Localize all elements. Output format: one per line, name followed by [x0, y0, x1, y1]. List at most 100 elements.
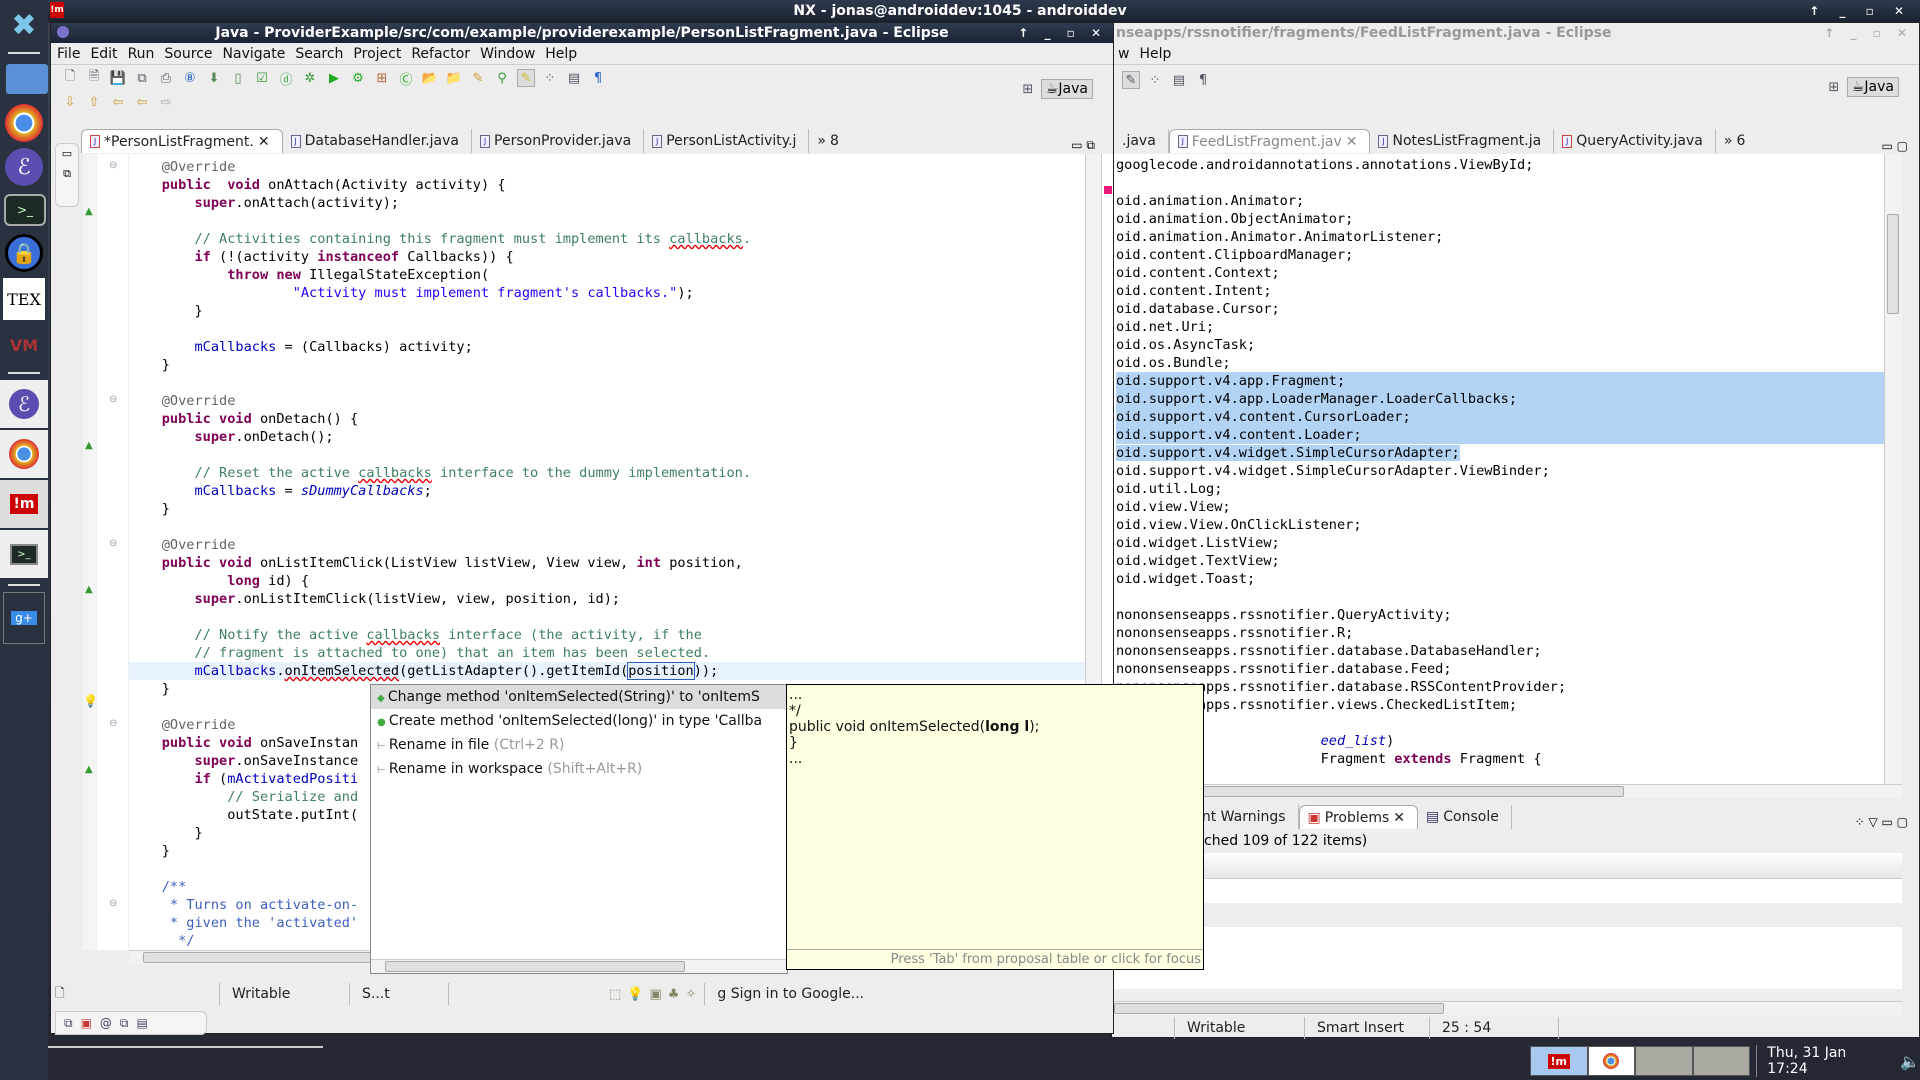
avd-manager-icon[interactable]: ▯ [229, 69, 247, 87]
toggle-breadcrumb-icon[interactable]: ⚲ [493, 69, 511, 87]
running-hangouts-icon[interactable]: g+ [3, 592, 45, 644]
texmaker-icon[interactable]: TEX [3, 278, 45, 320]
block-selection-icon[interactable]: ▤ [565, 69, 583, 87]
running-chrome-icon[interactable] [0, 430, 48, 478]
code-line[interactable]: oid.widget.ListView; [1116, 534, 1884, 552]
code-line[interactable]: nononsenseapps.rssnotifier.R; [1116, 624, 1884, 642]
code-line[interactable]: public void onListItemClick(ListView lis… [129, 554, 1101, 572]
code-line[interactable]: super.onAttach(activity); [129, 194, 1101, 212]
code-line[interactable]: eed_list) [1116, 732, 1884, 750]
close-tab-icon[interactable]: ✕ [1393, 806, 1405, 830]
code-line[interactable]: oid.animation.Animator.AnimatorListener; [1116, 228, 1884, 246]
java-perspective-button[interactable]: ☕Java [1040, 79, 1093, 99]
running-emacs-icon[interactable]: ℰ [0, 380, 48, 428]
close-tab-icon[interactable]: ✕ [1346, 130, 1358, 154]
problems-icon[interactable]: ▣ [81, 1016, 92, 1030]
preview-focus-hint[interactable]: Press 'Tab' from proposal table or click… [787, 949, 1203, 969]
mark-occurrences-icon[interactable]: ✎ [517, 69, 535, 87]
console-icon[interactable]: ▤ [137, 1016, 148, 1030]
code-line[interactable] [129, 374, 1101, 392]
annotation-ruler[interactable]: ▲ ▲ ▲ 💡 ▲ [83, 154, 98, 950]
code-line[interactable]: throw new IllegalStateException( [129, 266, 1101, 284]
code-line[interactable]: super.onListItemClick(listView, view, po… [129, 590, 1101, 608]
menu-refactor[interactable]: Refactor [411, 46, 470, 62]
code-line[interactable]: // fragment is attached to one) that an … [129, 644, 1101, 662]
code-line[interactable]: // Notify the active callbacks interface… [129, 626, 1101, 644]
close-tab-icon[interactable]: ✕ [258, 130, 270, 154]
tray-workspace-2[interactable] [1692, 1046, 1751, 1076]
editor-vertical-scrollbar[interactable] [1884, 154, 1902, 784]
code-line[interactable]: oid.widget.TextView; [1116, 552, 1884, 570]
code-line[interactable]: nononsenseapps.rssnotifier.views.Checked… [1116, 696, 1884, 714]
tab-personprovider[interactable]: J PersonProvider.java [472, 129, 645, 153]
code-line[interactable]: oid.support.v4.content.CursorLoader; [1116, 408, 1884, 426]
code-line[interactable] [1116, 174, 1884, 192]
menu-navigate[interactable]: Navigate [223, 46, 286, 62]
last-edit-location-icon[interactable]: ⇦ [109, 93, 127, 111]
nx-window-controls[interactable]: ↑ _ ▫ ✕ [1809, 0, 1912, 22]
debug-icon[interactable]: ✲ [301, 69, 319, 87]
tray-nomachine-icon[interactable]: !m [1530, 1046, 1588, 1076]
declaration-icon[interactable]: ⧉ [120, 1016, 129, 1031]
show-whitespace-icon[interactable]: ⁘ [1146, 71, 1164, 89]
code-line[interactable]: mCallbacks.onItemSelected(getListAdapter… [129, 662, 1101, 680]
new-wizard-icon[interactable]: 🗋 [55, 984, 79, 1005]
menu-help[interactable]: Help [1139, 46, 1171, 62]
quickfix-proposal[interactable]: ⊢ Rename in file (Ctrl+2 R) [371, 733, 787, 757]
code-line[interactable]: oid.os.Bundle; [1116, 354, 1884, 372]
emacs-icon[interactable]: ℰ [5, 148, 43, 186]
menu-search[interactable]: Search [295, 46, 343, 62]
quickfix-proposal[interactable]: ● Create method 'onItemSelected(long)' i… [371, 709, 787, 733]
running-nomachine-icon[interactable]: !m [0, 480, 48, 528]
java-perspective-button[interactable]: ☕Java [1846, 77, 1899, 97]
mark-occurrences-icon[interactable]: ✎ [1122, 71, 1140, 89]
tab-feedlistfragment[interactable]: J FeedListFragment.jav ✕ [1168, 129, 1371, 154]
running-terminal-icon[interactable]: >_ [0, 530, 48, 578]
new-android-xml-icon[interactable]: ⓓ [277, 69, 295, 88]
code-line[interactable]: oid.os.AsyncTask; [1116, 336, 1884, 354]
next-annotation-icon[interactable]: ⇩ [61, 93, 79, 111]
feedlist-code-editor[interactable]: googlecode.androidannotations.annotation… [1114, 154, 1884, 784]
problems-horizontal-scrollbar[interactable] [1114, 1001, 1902, 1015]
new-java-package-icon[interactable]: ⊞ [373, 69, 391, 87]
star-icon[interactable]: ✧ [685, 987, 696, 1002]
fold-collapse-icon[interactable]: ⊖ [109, 394, 117, 405]
clock[interactable]: Thu, 31 Jan 17:24 [1756, 1045, 1890, 1077]
chrome-icon[interactable] [5, 104, 43, 142]
fold-collapse-icon[interactable]: ⊖ [109, 538, 117, 549]
code-line[interactable] [1116, 714, 1884, 732]
open-perspective-icon[interactable]: ⊞ [1825, 78, 1843, 96]
code-line[interactable]: public void onDetach() { [129, 410, 1101, 428]
previous-annotation-icon[interactable]: ⇧ [85, 93, 103, 111]
code-line[interactable]: oid.support.v4.app.Fragment; [1116, 372, 1884, 390]
files-icon[interactable] [6, 64, 48, 94]
table-row[interactable]: s) [1114, 903, 1902, 927]
code-line[interactable]: @Override [129, 158, 1101, 176]
code-line[interactable]: @Override [129, 536, 1101, 554]
code-line[interactable]: oid.animation.Animator; [1116, 192, 1884, 210]
code-line[interactable] [129, 212, 1101, 230]
pilcrow-icon[interactable]: ¶ [589, 69, 607, 87]
volume-icon[interactable]: 🔈 [1900, 1052, 1920, 1071]
menu-help[interactable]: Help [545, 46, 577, 62]
code-line[interactable]: mCallbacks = sDummyCallbacks; [129, 482, 1101, 500]
code-line[interactable]: nononsenseapps.rssnotifier.database.RSSC… [1116, 678, 1884, 696]
code-line[interactable]: } [129, 302, 1101, 320]
scrollbar-thumb[interactable] [385, 961, 685, 972]
google-sign-in[interactable]: g Sign in to Google... [704, 983, 874, 1005]
editor-minmax-buttons[interactable]: ▭ ▢ [1876, 139, 1915, 153]
editor-minmax-buttons[interactable]: ▭ ⧉ [1065, 138, 1101, 153]
menu-run[interactable]: Run [128, 46, 155, 62]
error-overview-marker[interactable] [1104, 186, 1112, 194]
menu-file[interactable]: File [57, 46, 80, 62]
terminal-icon[interactable]: >_ [4, 194, 46, 226]
code-line[interactable]: oid.widget.Toast; [1116, 570, 1884, 588]
javadoc-icon[interactable]: @ [100, 1016, 112, 1030]
fold-collapse-icon[interactable]: ⊖ [109, 898, 117, 909]
tab-personlistactivity[interactable]: J PersonListActivity.j [644, 129, 810, 153]
team-icon[interactable]: ♣ [668, 987, 680, 1002]
search-icon[interactable]: ✎ [469, 69, 487, 87]
quickfix-proposal[interactable]: ⊢ Rename in workspace (Shift+Alt+R) [371, 757, 787, 781]
editor-horizontal-scrollbar[interactable] [1114, 784, 1902, 798]
print-icon[interactable]: ⎙ [157, 69, 175, 87]
